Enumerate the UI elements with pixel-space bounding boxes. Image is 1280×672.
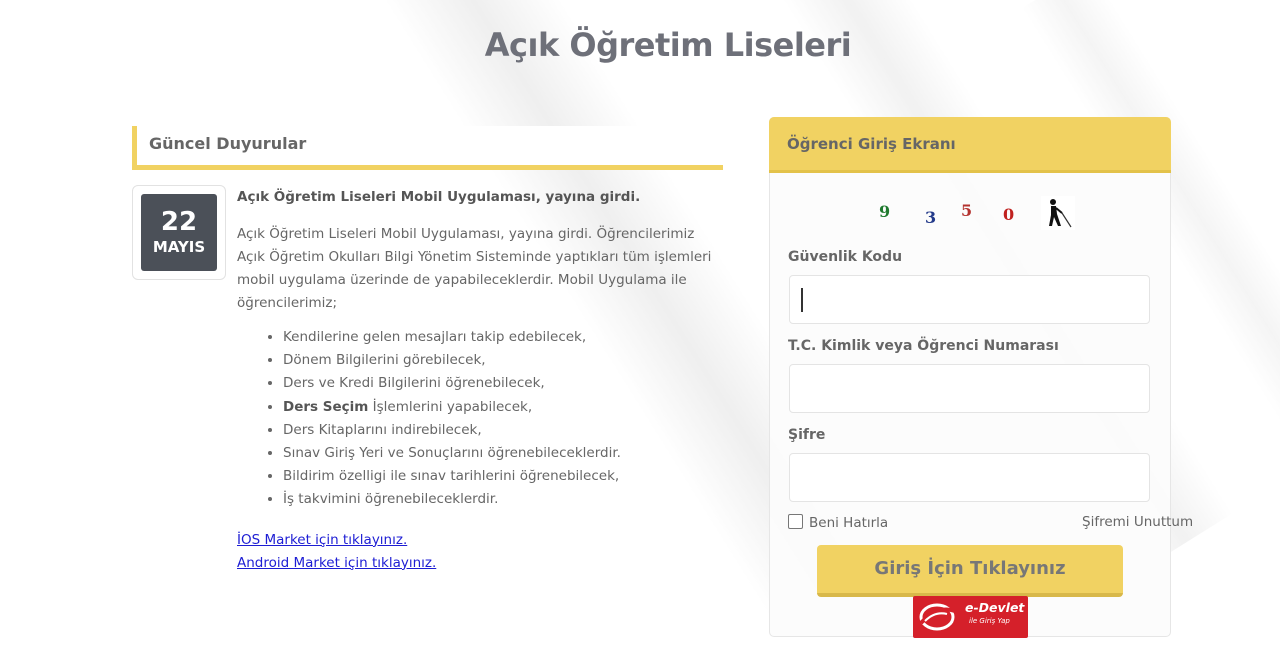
- edevlet-login-button[interactable]: e-Devlet ile Giriş Yap: [913, 596, 1028, 638]
- list-item: Ders ve Kredi Bilgilerini öğrenebilecek,: [283, 372, 717, 395]
- edevlet-title: e-Devlet: [965, 600, 1025, 615]
- ios-market-link[interactable]: İOS Market için tıklayınız.: [237, 529, 717, 552]
- password-label: Şifre: [788, 427, 826, 443]
- announcement-title: Açık Öğretim Liseleri Mobil Uygulaması, …: [237, 189, 641, 205]
- captcha-digit: 0: [1003, 205, 1015, 224]
- remember-me[interactable]: Beni Hatırla: [788, 514, 888, 531]
- list-item: Bildirim özelligi ile sınav tarihlerini …: [283, 465, 717, 488]
- announcements-header-label: Güncel Duyurular: [149, 134, 307, 153]
- list-item-bold: Ders Seçim: [283, 398, 369, 415]
- captcha-digit: 9: [879, 202, 891, 221]
- remember-me-checkbox[interactable]: [788, 514, 803, 529]
- announcement-feature-list: Kendilerine gelen mesajları takip edebil…: [237, 326, 717, 512]
- list-item: İş takvimini öğrenebileceklerdir.: [283, 488, 717, 511]
- list-item: Ders Kitaplarını indirebilecek,: [283, 419, 717, 442]
- edevlet-subtitle: ile Giriş Yap: [969, 617, 1010, 625]
- login-header-title: Öğrenci Giriş Ekranı: [787, 135, 956, 153]
- captcha-digit: 5: [961, 201, 973, 220]
- forgot-password-link[interactable]: Şifremi Unuttum: [1082, 514, 1193, 530]
- android-market-link[interactable]: Android Market için tıklayınız.: [237, 552, 717, 575]
- captcha-digit: 3: [925, 208, 937, 227]
- text-cursor: [801, 288, 803, 312]
- list-item: Sınav Giriş Yeri ve Sonuçlarını öğrenebi…: [283, 442, 717, 465]
- announcement-content: Açık Öğretim Liseleri Mobil Uygulaması, …: [237, 186, 717, 575]
- security-code-label: Güvenlik Kodu: [788, 249, 903, 265]
- id-number-label: T.C. Kimlik veya Öğrenci Numarası: [788, 338, 1059, 354]
- id-number-input[interactable]: [789, 364, 1150, 413]
- password-input[interactable]: [789, 453, 1150, 502]
- login-submit-button[interactable]: Giriş İçin Tıklayınız: [817, 545, 1123, 597]
- captcha-image: 9 3 5 0: [873, 196, 1083, 232]
- store-links: İOS Market için tıklayınız. Android Mark…: [237, 529, 717, 575]
- list-item: Dönem Bilgilerini görebilecek,: [283, 349, 717, 372]
- date-day: 22: [160, 207, 198, 237]
- date-month: MAYIS: [152, 238, 206, 256]
- edevlet-logo-icon: [917, 601, 957, 633]
- list-item: Kendilerine gelen mesajları takip edebil…: [283, 326, 717, 349]
- announcement-body: Açık Öğretim Liseleri Mobil Uygulaması, …: [237, 226, 712, 311]
- announcement-date-badge: 22 MAYIS: [132, 185, 226, 280]
- list-item-rest: İşlemlerini yapabilecek,: [368, 398, 533, 415]
- remember-me-label: Beni Hatırla: [809, 515, 889, 531]
- page-title: Açık Öğretim Liseleri: [484, 26, 852, 64]
- security-code-input[interactable]: [789, 275, 1150, 324]
- announcements-header: Güncel Duyurular: [132, 126, 723, 170]
- visually-impaired-audio-icon[interactable]: [1041, 196, 1075, 230]
- login-panel: Öğrenci Giriş Ekranı 9 3 5 0 Güvenlik Ko…: [769, 117, 1193, 638]
- list-item: Ders Seçim İşlemlerini yapabilecek,: [283, 396, 717, 419]
- login-header: Öğrenci Giriş Ekranı: [769, 117, 1171, 173]
- date-inner: 22 MAYIS: [141, 194, 217, 271]
